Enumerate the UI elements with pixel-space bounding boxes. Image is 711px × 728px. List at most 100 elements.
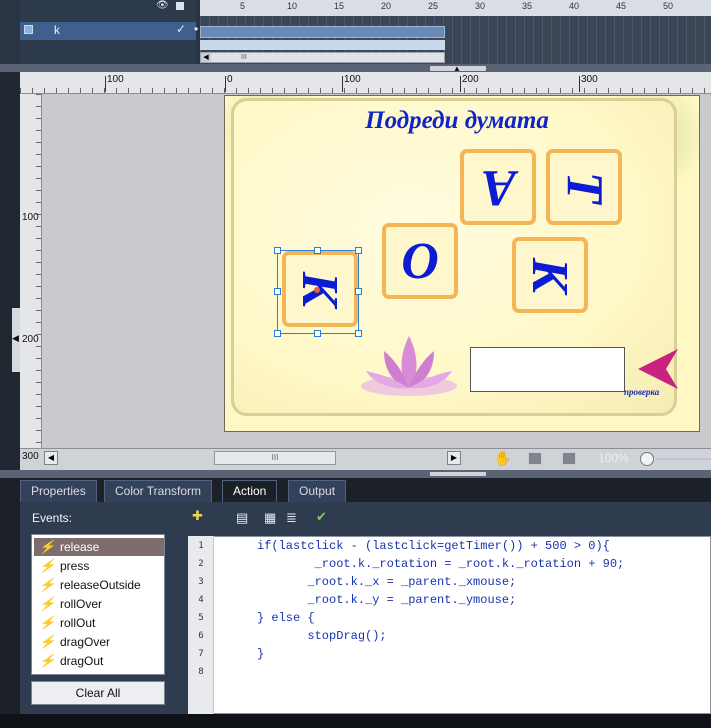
stage-scroll-thumb[interactable]: III (214, 451, 336, 465)
resize-handle[interactable] (355, 330, 362, 337)
panel-divider[interactable] (0, 470, 711, 478)
line-number: 8 (198, 667, 204, 677)
event-icon: ⚡ (39, 615, 56, 630)
event-icon: ⚡ (39, 539, 56, 554)
resize-handle[interactable] (274, 247, 281, 254)
ruler-left-label: 300 (22, 451, 39, 462)
event-item-drag-out[interactable]: ⚡ dragOut (34, 652, 164, 670)
code-line: if(lastclick - (lastclick=getTimer()) + … (257, 539, 610, 553)
tile-letter: К (521, 257, 579, 293)
frame-number: 20 (381, 1, 392, 11)
resize-handle[interactable] (355, 247, 362, 254)
show-all-icon[interactable] (562, 452, 576, 465)
flash-editor-window: 👁 k ✓ • 5 10 15 20 25 30 35 40 45 50 ◀ III ▲ ◀ 10… (0, 0, 711, 728)
find-icon[interactable]: ▦ (264, 510, 276, 526)
transform-point[interactable] (314, 287, 320, 293)
ruler-left-label: 200 (22, 334, 39, 345)
resize-handle[interactable] (274, 330, 281, 337)
ruler-major-tick (579, 76, 580, 92)
ruler-top-label: 200 (462, 74, 479, 85)
scroll-left-arrow-icon[interactable]: ◀ (44, 451, 58, 465)
resize-handle[interactable] (314, 247, 321, 254)
event-label: rollOver (60, 597, 103, 611)
code-line: stopDrag(); (257, 629, 387, 643)
event-icon: ⚡ (39, 653, 56, 668)
resize-handle[interactable] (355, 288, 362, 295)
frame-number: 40 (569, 1, 580, 11)
check-syntax-icon[interactable]: ✔ (316, 509, 327, 525)
frame-number: 5 (240, 1, 246, 11)
code-line: _root.k._y = _parent._ymouse; (257, 593, 517, 607)
line-number: 4 (198, 595, 204, 605)
lock-icon[interactable] (176, 2, 184, 10)
event-icon: ⚡ (39, 634, 56, 649)
zoom-level[interactable]: 100% (598, 451, 629, 465)
timeline-layer-row[interactable]: k ✓ • (20, 22, 198, 40)
add-action-icon[interactable]: ✚ (192, 508, 203, 524)
event-item-roll-out[interactable]: ⚡ rollOut (34, 614, 164, 632)
timeline-frame-span[interactable] (200, 26, 445, 38)
eye-icon[interactable]: 👁 (156, 0, 169, 11)
frame-number: 45 (616, 1, 627, 11)
visible-check-icon[interactable]: ✓ (176, 22, 186, 36)
timeline-frame-ruler[interactable]: 5 10 15 20 25 30 35 40 45 50 (200, 0, 711, 16)
expand-left-arrow-icon[interactable]: ◀ (12, 333, 19, 344)
code-line: _root.k._rotation = _root.k._rotation + … (257, 557, 625, 571)
letter-tile[interactable]: Т (546, 149, 622, 225)
layer-name: k (54, 23, 60, 37)
zoom-slider-knob[interactable] (640, 452, 654, 466)
auto-format-icon[interactable]: ≣ (286, 510, 297, 526)
line-number-gutter: 1 2 3 4 5 6 7 8 (188, 536, 214, 714)
tab-properties[interactable]: Properties (20, 480, 97, 502)
event-label: dragOver (60, 635, 111, 649)
timeline-frame-span-secondary[interactable] (200, 40, 445, 50)
event-label: press (60, 559, 90, 573)
events-list: ⚡ release ⚡ press ⚡ releaseOutside ⚡ rollOve… (31, 534, 165, 675)
event-icon: ⚡ (39, 558, 56, 573)
tab-color-transform[interactable]: Color Transform (104, 480, 213, 502)
tab-output[interactable]: Output (288, 480, 347, 502)
code-editor[interactable]: if(lastclick - (lastclick=getTimer()) + … (188, 536, 711, 714)
tab-action[interactable]: Action (222, 480, 278, 502)
fit-window-icon[interactable] (528, 452, 542, 465)
events-label: Events: (32, 511, 73, 525)
event-item-press[interactable]: ⚡ press (34, 557, 164, 575)
panel-divider-grip[interactable] (430, 472, 486, 476)
game-title: Подреди думата (365, 107, 549, 134)
resize-handle[interactable] (314, 330, 321, 337)
line-number: 2 (198, 559, 204, 569)
letter-tile[interactable]: К (512, 237, 588, 313)
zoom-slider-track[interactable] (656, 458, 711, 460)
event-item-release-outside[interactable]: ⚡ releaseOutside (34, 576, 164, 594)
timeline-sublayer-row[interactable] (20, 41, 196, 55)
line-number: 3 (198, 577, 204, 587)
event-item-release[interactable]: ⚡ release (34, 538, 164, 556)
event-item-drag-over[interactable]: ⚡ dragOver (34, 633, 164, 651)
resize-handle[interactable] (274, 288, 281, 295)
lock-dot-icon[interactable]: • (194, 22, 198, 36)
event-label: dragOut (60, 654, 104, 668)
timeline-divider[interactable] (0, 64, 711, 72)
reference-icon[interactable]: ▤ (236, 510, 248, 526)
line-number: 7 (198, 649, 204, 659)
tile-letter: Т (555, 171, 613, 203)
clear-all-button[interactable]: Clear All (31, 681, 165, 705)
answer-input[interactable] (470, 347, 625, 392)
code-line: } (257, 647, 265, 661)
timeline-scrollbar[interactable]: ◀ III (200, 52, 445, 63)
letter-tile[interactable]: О (382, 223, 458, 299)
event-item-roll-over[interactable]: ⚡ rollOver (34, 595, 164, 613)
check-label[interactable]: проверка (624, 387, 659, 397)
letter-tile[interactable]: А (460, 149, 536, 225)
scroll-left-arrow-icon[interactable]: ◀ (201, 53, 211, 62)
lotus-image (361, 336, 457, 396)
tile-letter: О (401, 232, 439, 290)
ruler-major-tick (105, 76, 106, 92)
timeline-scroll-thumb[interactable]: III (241, 54, 247, 61)
ruler-left-label: 100 (22, 212, 39, 223)
ruler-top-label: 300 (581, 74, 598, 85)
scroll-right-arrow-icon[interactable]: ▶ (447, 451, 461, 465)
hand-icon[interactable]: ✋ (494, 450, 511, 467)
frame-number: 10 (287, 1, 298, 11)
frame-number: 15 (334, 1, 345, 11)
